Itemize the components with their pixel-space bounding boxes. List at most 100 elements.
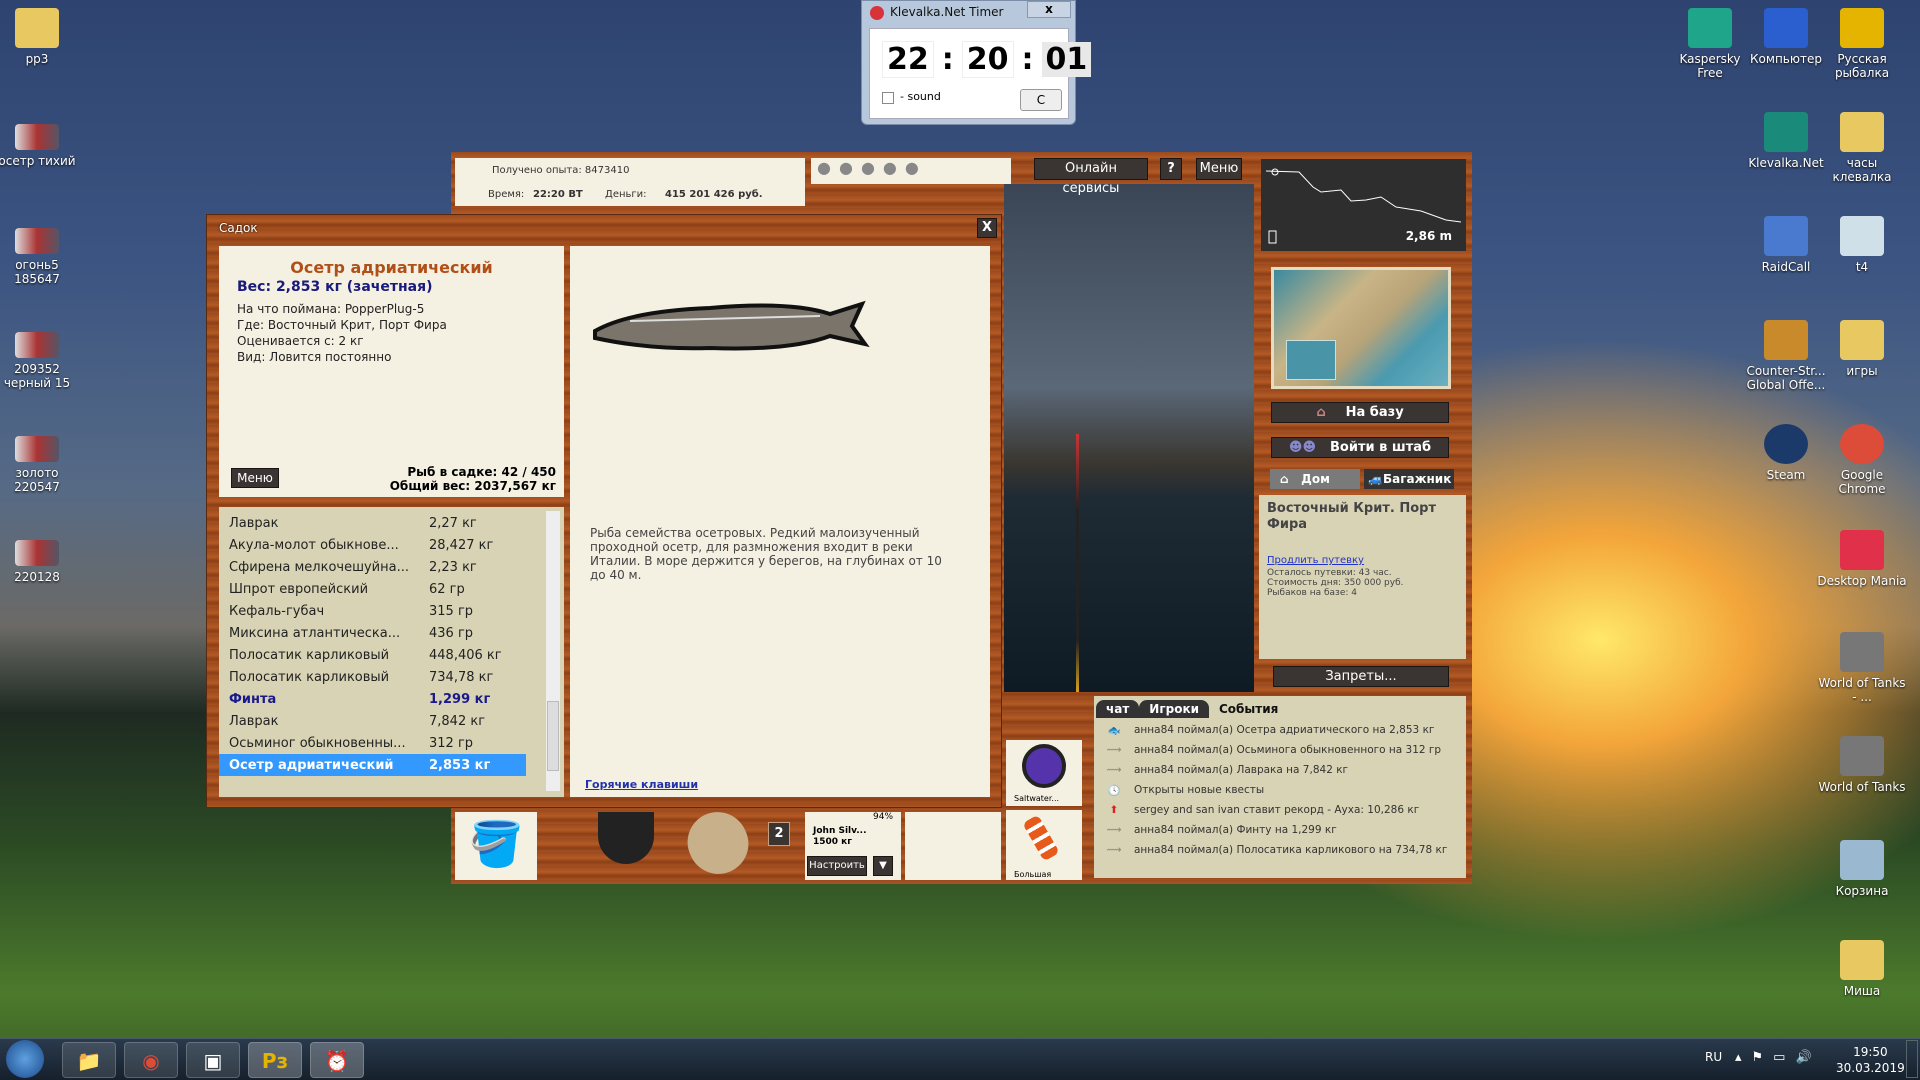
fish-list-row[interactable]: Миксина атлантическа... 436 гр: [219, 622, 564, 644]
hotkeys-link[interactable]: Горячие клавиши: [585, 778, 698, 791]
timer-title: Klevalka.Net Timer: [890, 5, 1004, 19]
events-tab[interactable]: чат: [1096, 700, 1140, 718]
lure-icon: 🐟: [1107, 724, 1121, 737]
chrome-taskbar-icon[interactable]: ◉: [124, 1042, 178, 1078]
desktop-icon[interactable]: Русская рыбалка: [1817, 8, 1907, 80]
slot-count[interactable]: 2: [768, 822, 790, 846]
desktop-icon[interactable]: Desktop Mania: [1817, 530, 1907, 588]
desktop-icon[interactable]: рр3: [0, 8, 82, 66]
fish-list-row[interactable]: Лаврак 2,27 кг: [219, 512, 564, 534]
desktop-icon[interactable]: огонь5 185647: [0, 216, 82, 286]
events-panel: чат Игроки События 🐟 анна84 поймал(а) Осетр…: [1094, 696, 1466, 878]
explorer-taskbar-icon[interactable]: 📁: [62, 1042, 116, 1078]
show-desktop-button[interactable]: [1906, 1040, 1918, 1078]
spinner-icon[interactable]: ●: [905, 158, 927, 177]
fish-list-name: Полосатик карликовый: [229, 647, 390, 663]
fish-list-row[interactable]: Полосатик карликовый 448,406 кг: [219, 644, 564, 666]
desktop-icon[interactable]: Google Chrome: [1817, 424, 1907, 496]
desktop-icon[interactable]: осетр тихий: [0, 112, 82, 168]
timer-close-button[interactable]: x: [1027, 1, 1071, 18]
fish-list-row[interactable]: Осетр адриатический 2,853 кг: [219, 754, 526, 776]
start-button[interactable]: [6, 1040, 44, 1078]
event-text: анна84 поймал(а) Осетра адриатического н…: [1134, 724, 1435, 736]
sadok-window: Садок X Осетр адриатический Вес: 2,853 к…: [206, 214, 1002, 808]
spinner-icon[interactable]: ●: [817, 158, 839, 177]
setup-button[interactable]: Настроить: [807, 856, 867, 876]
fish-list-row[interactable]: Сфирена мелкочешуйна... 2,23 кг: [219, 556, 564, 578]
bans-button[interactable]: Запреты...: [1273, 666, 1449, 687]
timer-app-icon: [870, 6, 884, 20]
tray-icons[interactable]: ▴⚑▭🔊: [1735, 1050, 1822, 1065]
home-icon: ⌂: [1280, 472, 1289, 486]
fish-list-name: Акула-молот обыкнове...: [229, 537, 399, 553]
sadok-menu-button[interactable]: Меню: [231, 468, 279, 488]
timer-taskbar-icon[interactable]: ⏰: [310, 1042, 364, 1078]
bucket-slot[interactable]: 🪣: [455, 812, 537, 880]
spinner-icon[interactable]: ●: [839, 158, 861, 177]
reset-button[interactable]: C: [1020, 89, 1062, 111]
fish-list-row[interactable]: Лаврак 7,842 кг: [219, 710, 564, 732]
desktop-icon[interactable]: 220128: [0, 528, 82, 584]
experience: Получено опыта: 8473410: [492, 165, 630, 176]
clock-icon: 🕓: [1107, 784, 1121, 797]
sound-checkbox[interactable]: [882, 92, 894, 104]
menu-button[interactable]: Меню: [1196, 158, 1242, 180]
rr3-taskbar-icon[interactable]: Рз: [248, 1042, 302, 1078]
fish-icon: [1764, 112, 1808, 152]
fish-list-row[interactable]: Кефаль-губач 315 гр: [219, 600, 564, 622]
window-taskbar-icon[interactable]: ▣: [186, 1042, 240, 1078]
dropdown-button[interactable]: ▼: [873, 856, 893, 876]
desktop-icon[interactable]: t4: [1817, 216, 1907, 274]
fish-info-panel: Осетр адриатический Вес: 2,853 кг (зачет…: [219, 246, 564, 497]
lure-slot-saltwater[interactable]: Saltwater...: [1006, 740, 1082, 806]
lure-slots: ●●●●●: [811, 158, 1011, 184]
timer-window: Klevalka.Net Timer x 22: 20: 01 - sound …: [861, 0, 1092, 125]
dm-icon: [1840, 530, 1884, 570]
spinner-icon[interactable]: ●: [861, 158, 883, 177]
image-icon: [15, 228, 59, 254]
scroll-thumb[interactable]: [547, 701, 559, 771]
fish-list-weight: 448,406 кг: [429, 647, 502, 663]
empty-slot[interactable]: [905, 812, 1001, 880]
online-services-button[interactable]: Онлайн сервисы: [1034, 158, 1148, 196]
location-map[interactable]: [1271, 267, 1451, 389]
desktop-icon[interactable]: часы клевалка: [1817, 112, 1907, 184]
fish-list-row[interactable]: Полосатик карликовый 734,78 кг: [219, 666, 564, 688]
recycle-bin-icon: [1840, 840, 1884, 880]
window-icon: [1840, 216, 1884, 256]
rod-slot[interactable]: 94% John Silv... 1500 кг Настроить ▼: [805, 812, 901, 880]
fish-list-row[interactable]: Осьминог обыкновенны... 312 гр: [219, 732, 564, 754]
fish-list: Лаврак 2,27 кг Акула-молот обыкнове... 28,4…: [219, 507, 564, 797]
event-text: анна84 поймал(а) Финту на 1,299 кг: [1134, 824, 1337, 836]
tab-trunk[interactable]: 🚙Багажник: [1364, 469, 1454, 489]
fish-list-weight: 312 гр: [429, 735, 474, 751]
fish-list-row[interactable]: Акула-молот обыкнове... 28,427 кг: [219, 534, 564, 556]
list-scrollbar[interactable]: [546, 511, 560, 791]
lure-slot-large[interactable]: Большая: [1006, 810, 1082, 880]
fish-list-row[interactable]: Шпрот европейский 62 гр: [219, 578, 564, 600]
desktop-icon[interactable]: World of Tanks: [1817, 736, 1907, 794]
total-weight: Общий вес: 2037,567 кг: [389, 479, 556, 493]
desktop-icon[interactable]: Миша: [1817, 940, 1907, 998]
desktop-icon[interactable]: Корзина: [1817, 840, 1907, 898]
extend-trip-link[interactable]: Продлить путевку: [1267, 555, 1458, 566]
fish-list-row[interactable]: Финта 1,299 кг: [219, 688, 564, 710]
events-tab[interactable]: События: [1209, 700, 1289, 718]
events-tab[interactable]: Игроки: [1139, 700, 1209, 718]
desktop-icon[interactable]: World of Tanks - ...: [1817, 632, 1907, 704]
help-button[interactable]: ?: [1160, 158, 1182, 180]
clock[interactable]: 19:50 30.03.2019: [1836, 1044, 1905, 1076]
desktop-icon[interactable]: 209352 черный 15: [0, 320, 82, 390]
desktop-icon[interactable]: золото 220547: [0, 424, 82, 494]
folder-icon: [1840, 320, 1884, 360]
desktop-icon[interactable]: игры: [1817, 320, 1907, 378]
steam-icon: [1764, 424, 1808, 464]
to-base-button[interactable]: ⌂ На базу: [1271, 402, 1449, 423]
tab-home[interactable]: ⌂ Дом: [1270, 469, 1360, 489]
spinner-icon[interactable]: ●: [883, 158, 905, 177]
enter-hq-button[interactable]: ☻☻ Войти в штаб: [1271, 437, 1449, 458]
close-button[interactable]: X: [977, 218, 997, 238]
fish-list-weight: 734,78 кг: [429, 669, 494, 685]
house-icon: ⌂: [1316, 405, 1326, 420]
language-indicator[interactable]: RU: [1705, 1050, 1722, 1064]
